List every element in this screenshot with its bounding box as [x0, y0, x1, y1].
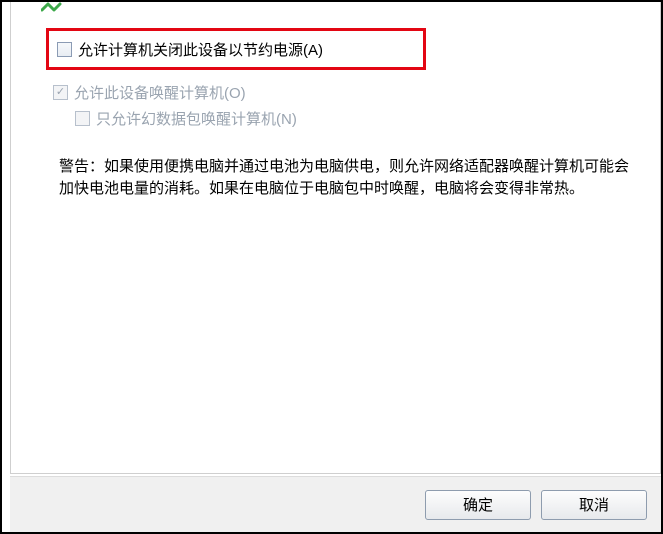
magic-packet-only-checkbox [75, 111, 90, 126]
allow-wake-label: 允许此设备唤醒计算机(O) [74, 82, 246, 103]
cancel-button[interactable]: 取消 [541, 490, 647, 520]
dialog-button-bar: 确定 取消 [10, 476, 661, 532]
ok-button[interactable]: 确定 [425, 490, 531, 520]
tab-content-panel: 允许计算机关闭此设备以节约电源(A) 允许此设备唤醒计算机(O) 只允许幻数据包… [10, 0, 661, 474]
allow-wake-checkbox [53, 85, 68, 100]
allow-power-off-checkbox[interactable] [57, 42, 72, 57]
highlight-annotation: 允许计算机关闭此设备以节约电源(A) [46, 28, 426, 70]
magic-packet-only-label: 只允许幻数据包唤醒计算机(N) [96, 108, 297, 129]
allow-power-off-label: 允许计算机关闭此设备以节约电源(A) [78, 39, 323, 60]
device-icon [41, 0, 65, 14]
warning-text: 警告：如果使用便携电脑并通过电池为电脑供电，则允许网络适配器唤醒计算机可能会加快… [59, 156, 632, 200]
